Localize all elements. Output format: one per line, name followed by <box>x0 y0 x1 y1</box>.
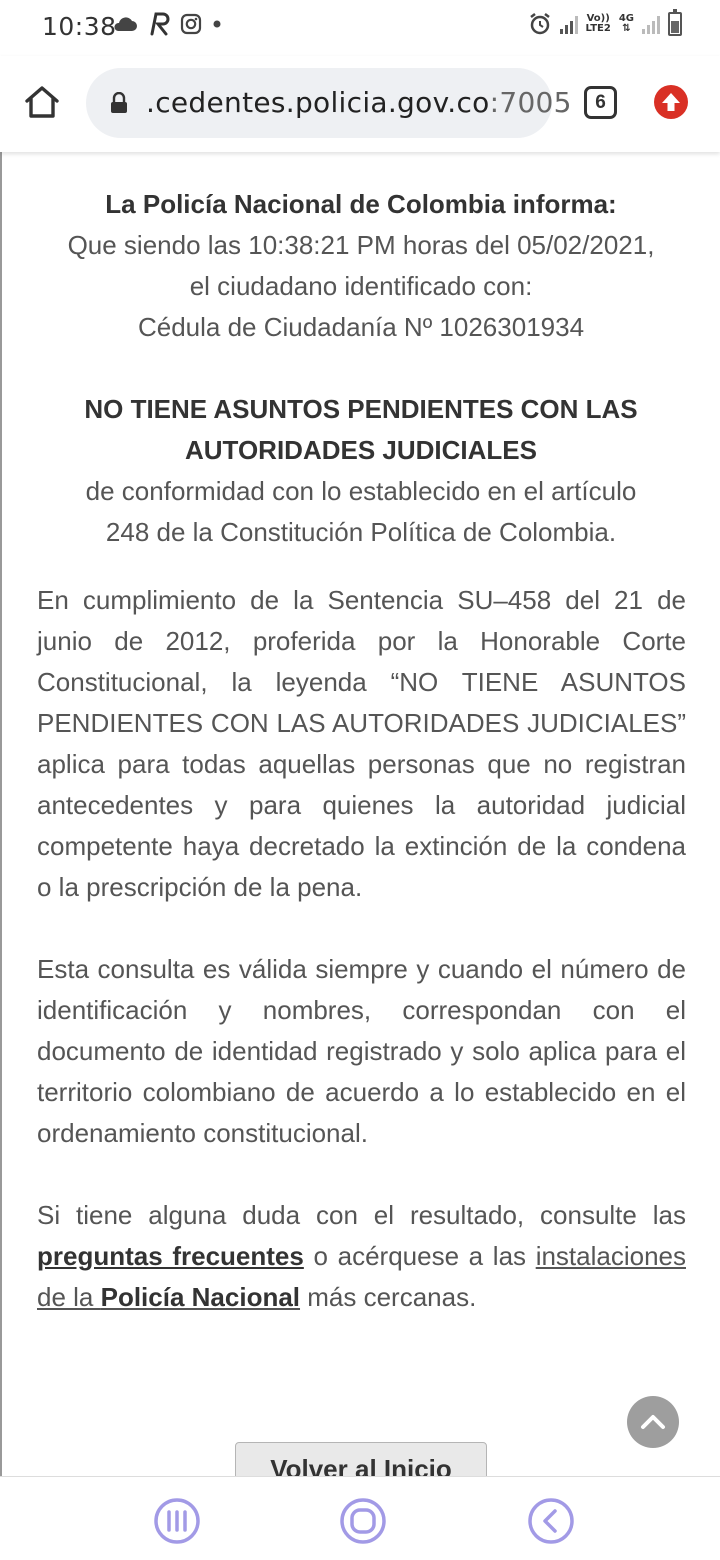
cloud-icon <box>114 17 137 31</box>
volte-icon: Vo)) LTE2 <box>585 13 611 34</box>
validity-paragraph: Esta consulta es válida siempre y cuando… <box>37 954 686 1148</box>
faq-link[interactable]: preguntas frecuentes <box>37 1241 304 1271</box>
status-left-icons <box>112 12 222 36</box>
url-text: .cedentes.policia.gov.co:7005 <box>146 86 572 119</box>
info-line-datetime: Que siendo las 10:38:21 PM horas del 05/… <box>67 230 655 260</box>
url-bar[interactable]: .cedentes.policia.gov.co:7005 <box>86 68 571 138</box>
doubts-paragraph: Si tiene alguna duda con el resultado, c… <box>37 1200 686 1312</box>
arrow-up-icon <box>662 93 680 111</box>
tab-switcher-button[interactable]: 6 <box>584 86 617 119</box>
update-button[interactable] <box>654 85 688 119</box>
home-icon[interactable] <box>22 82 62 122</box>
status-sub-2: 248 de la Constitución Política de Colom… <box>105 517 617 547</box>
back-nav-icon[interactable] <box>527 1497 575 1545</box>
status-time: 10:38 <box>42 12 117 41</box>
instagram-icon <box>180 13 202 35</box>
chevron-up-icon <box>641 1415 665 1429</box>
home-nav-icon[interactable] <box>339 1497 387 1545</box>
status-bar: 10:38 Vo)) LTE2 4G ⇅ <box>0 0 720 56</box>
system-nav-bar <box>0 1476 720 1560</box>
info-line-id: Cédula de Ciudadanía Nº 1026301934 <box>137 312 585 342</box>
status-heading: NO TIENE ASUNTOS PENDIENTES CON LAS AUTO… <box>84 394 638 465</box>
status-sub-1: de conformidad con lo establecido en el … <box>85 476 637 506</box>
scroll-to-top-button[interactable] <box>627 1396 679 1448</box>
r-app-icon <box>150 12 170 36</box>
battery-icon <box>668 9 682 36</box>
lock-icon <box>111 92 127 113</box>
info-block: La Policía Nacional de Colombia informa:… <box>2 184 720 553</box>
dot-icon <box>213 20 221 28</box>
signal-icon <box>559 14 578 34</box>
status-right-icons: Vo)) LTE2 4G ⇅ <box>528 9 682 36</box>
info-heading: La Policía Nacional de Colombia informa: <box>105 189 617 219</box>
info-line-citizen: el ciudadano identificado con: <box>189 271 533 301</box>
signal-icon-2 <box>642 14 660 34</box>
recent-apps-icon[interactable] <box>153 1497 201 1545</box>
4g-icon: 4G ⇅ <box>618 13 634 34</box>
back-to-home-button[interactable]: Volver al Inicio <box>235 1442 487 1476</box>
browser-toolbar: .cedentes.policia.gov.co:7005 6 <box>0 56 720 152</box>
sentence-paragraph: En cumplimiento de la Sentencia SU–458 d… <box>37 585 686 902</box>
page-content: La Policía Nacional de Colombia informa:… <box>0 152 720 1476</box>
alarm-icon <box>529 13 550 35</box>
